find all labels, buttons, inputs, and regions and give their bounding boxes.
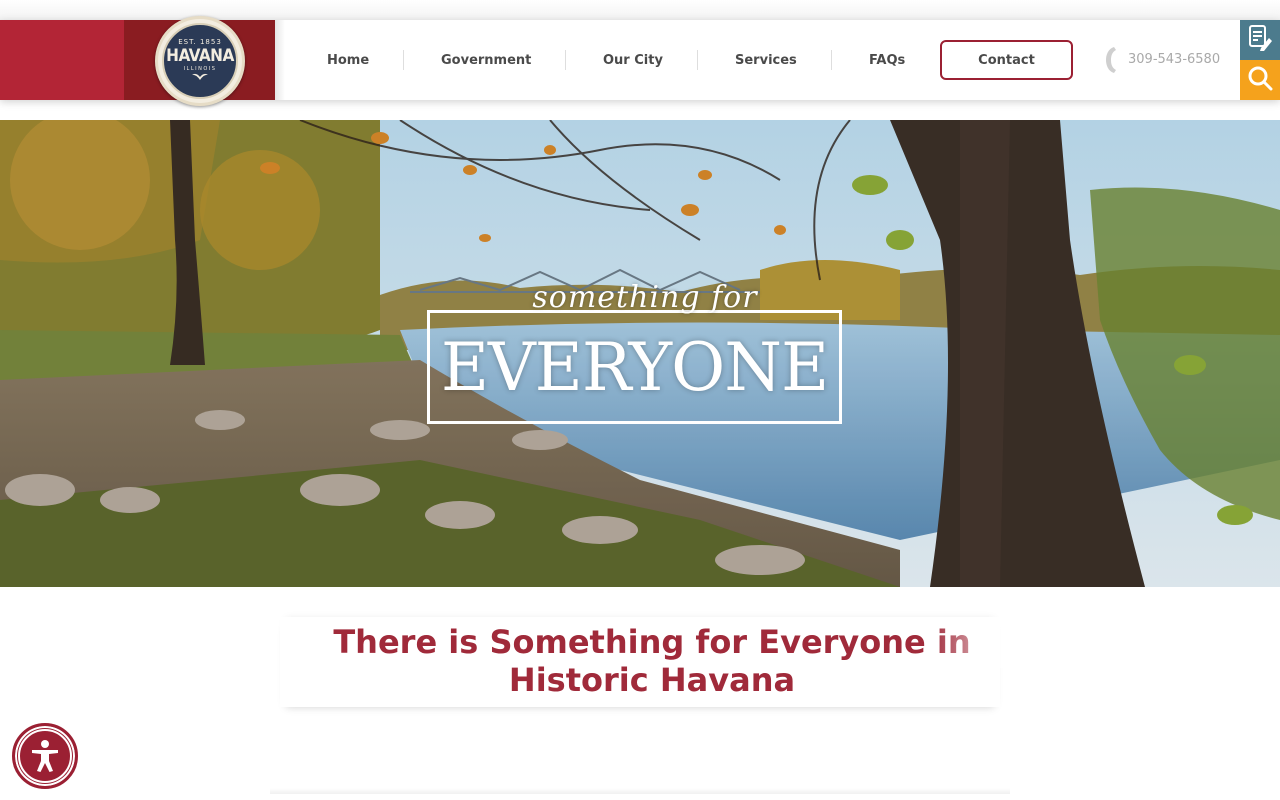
accessibility-button[interactable] — [12, 723, 78, 789]
hero-title: EVERYONE — [440, 329, 829, 406]
document-edit-icon — [1247, 24, 1273, 56]
nav-separator — [831, 50, 832, 70]
site-header: EST. 1853 HAVANA ILLINOIS Home Governmen… — [0, 16, 1280, 106]
nav-separator — [565, 50, 566, 70]
accessibility-icon — [18, 729, 72, 783]
nav-home[interactable]: Home — [327, 53, 369, 68]
nav-our-city[interactable]: Our City — [603, 53, 663, 68]
nav-separator — [697, 50, 698, 70]
nav-government[interactable]: Government — [441, 53, 531, 68]
search-icon — [1247, 65, 1273, 95]
hero-banner: something for EVERYONE — [0, 120, 1280, 587]
brand-block-red — [0, 20, 124, 100]
heading-fade-overlay — [930, 618, 1010, 668]
search-button[interactable] — [1240, 60, 1280, 100]
bird-icon — [191, 72, 209, 84]
intro-heading: There is Something for Everyone in Histo… — [333, 623, 971, 699]
nav-faqs[interactable]: FAQs — [869, 53, 905, 68]
contact-button[interactable]: Contact — [940, 40, 1073, 80]
havana-logo[interactable]: EST. 1853 HAVANA ILLINOIS — [155, 16, 245, 106]
nav-services[interactable]: Services — [735, 53, 797, 68]
phone-number-link[interactable]: 309-543-6580 — [1128, 52, 1220, 67]
nav-separator — [403, 50, 404, 70]
logo-name: HAVANA — [166, 46, 234, 66]
brand-shadow — [275, 20, 285, 100]
logo-seal: EST. 1853 HAVANA ILLINOIS — [162, 23, 238, 99]
phone-icon — [1105, 46, 1117, 74]
section-divider — [270, 788, 1010, 794]
hero-script-text: something for — [532, 280, 758, 315]
logo-est: EST. 1853 — [178, 38, 222, 46]
document-edit-button[interactable] — [1240, 20, 1280, 60]
